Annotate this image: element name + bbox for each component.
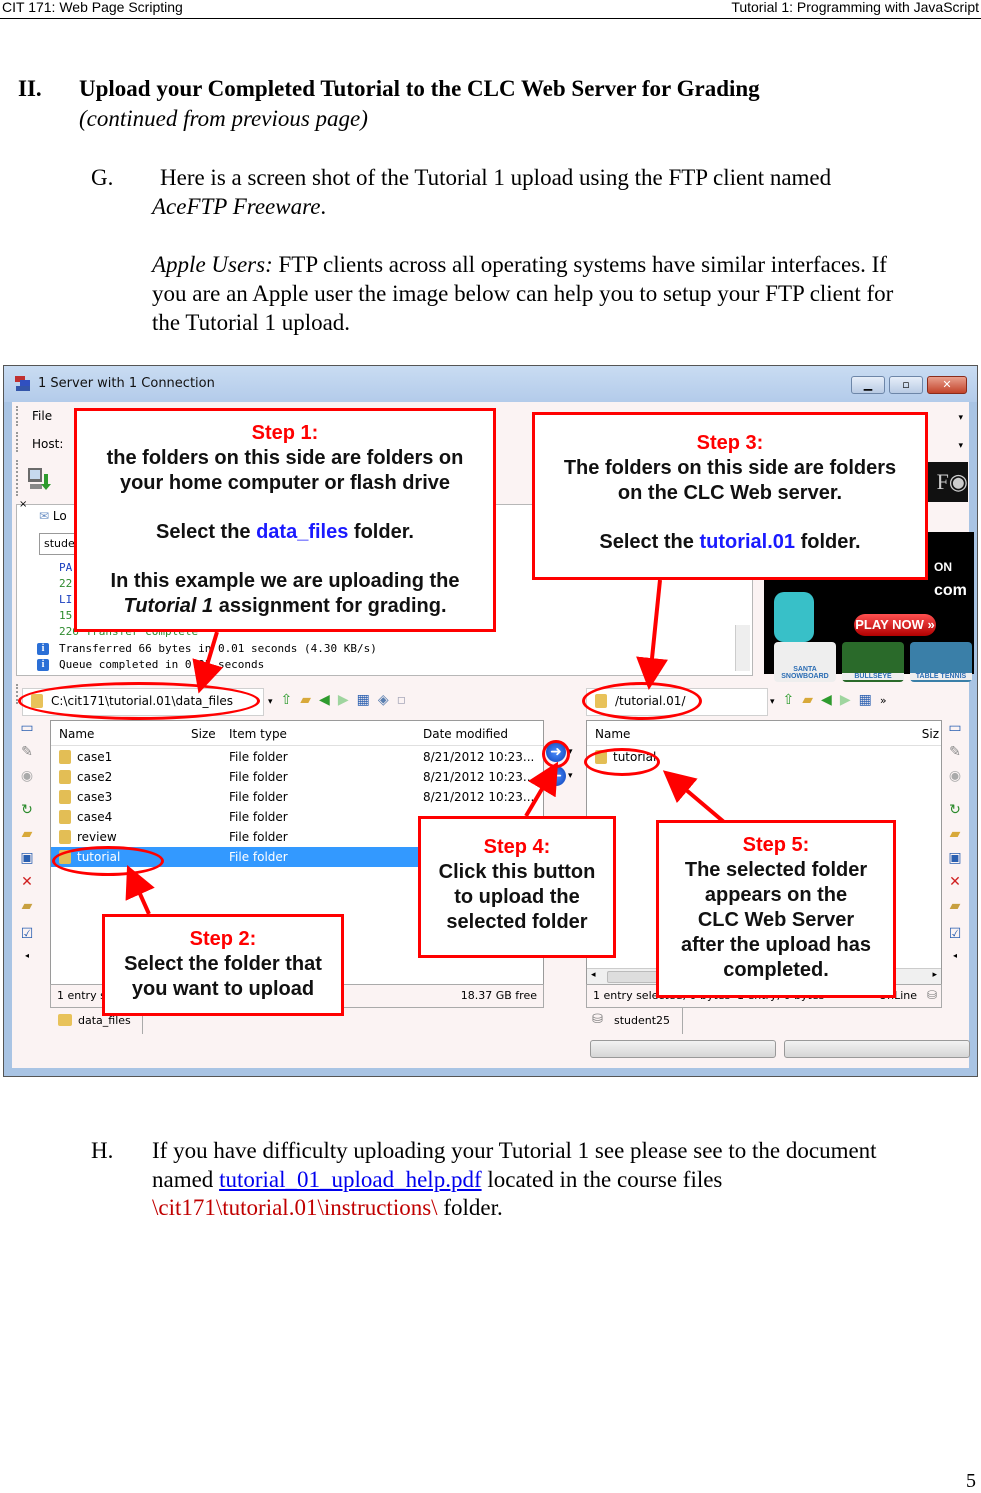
page-number: 5: [966, 1470, 976, 1492]
step1-callout: Step 1: the folders on this side are fol…: [74, 408, 496, 632]
item-h-line3: \cit171\tutorial.01\instructions\ folder…: [152, 1193, 503, 1222]
step1-line2: your home computer or flash drive: [119, 472, 451, 494]
apple-users-text: FTP clients across all operating systems…: [272, 252, 887, 277]
step3-text: folder.: [795, 531, 861, 553]
step5-title: Step 5:: [742, 834, 810, 856]
step3-title: Step 3:: [696, 432, 764, 454]
step2-callout: Step 2: Select the folder that you want …: [102, 914, 344, 1016]
item-h-line1: If you have difficulty uploading your Tu…: [152, 1138, 877, 1163]
step1-title: Step 1:: [251, 422, 319, 444]
page-header: CIT 171: Web Page Scripting Tutorial 1: …: [0, 0, 981, 19]
item-h-line2: named tutorial_01_upload_help.pdf locate…: [152, 1165, 722, 1194]
step3-folder-name: tutorial.01: [699, 531, 796, 553]
step1-line5: Tutorial 1 assignment for grading.: [77, 594, 493, 619]
tutorial-title: Tutorial 1: Programming with JavaScript: [731, 0, 979, 15]
item-h-text: named: [152, 1167, 220, 1192]
step1-arrow: [192, 631, 224, 694]
step3-line3: Select the tutorial.01 folder.: [535, 530, 925, 555]
apple-users-line1: Apple Users: FTP clients across all oper…: [152, 250, 887, 279]
apple-users-label: Apple Users:: [152, 252, 273, 277]
step4-title: Step 4:: [483, 836, 551, 858]
step1-assignment: Tutorial 1: [123, 595, 214, 617]
step3-arrow: [636, 579, 668, 690]
step1-text: assignment for grading.: [213, 595, 447, 617]
section-subtitle: (continued from previous page): [79, 106, 368, 131]
step2-line1: Select the folder that: [124, 953, 322, 975]
step2-title: Step 2:: [189, 928, 257, 950]
item-g-letter: G.: [91, 165, 114, 190]
step1-text: folder.: [348, 521, 414, 543]
course-title: CIT 171: Web Page Scripting: [2, 0, 183, 15]
step5-line1: The selected folder: [684, 859, 868, 881]
step5-line5: completed.: [723, 959, 829, 981]
upload-help-link[interactable]: tutorial_01_upload_help.pdf: [219, 1167, 482, 1192]
step4-callout: Step 4: Click this button to upload the …: [418, 816, 616, 958]
step2-line2: you want to upload: [131, 978, 315, 1000]
step4-line2: to upload the: [454, 886, 580, 908]
step1-line4: In this example we are uploading the: [110, 570, 460, 592]
step1-line3: Select the data_files folder.: [77, 520, 493, 545]
apple-users-line3: the Tutorial 1 upload.: [152, 310, 351, 335]
step2-arrow: [125, 865, 155, 915]
step5-line3: CLC Web Server: [697, 909, 855, 931]
item-g-text: Here is a screen shot of the Tutorial 1 …: [160, 165, 832, 190]
step1-line1: the folders on this side are folders on: [106, 447, 464, 469]
step5-arrow: [662, 770, 726, 824]
step5-line2: appears on the: [704, 884, 848, 906]
item-h-text: located in the course files: [481, 1167, 723, 1192]
step5-line4: after the upload has: [680, 934, 872, 956]
step5-callout: Step 5: The selected folder appears on t…: [656, 820, 896, 998]
step1-text: Select the: [156, 521, 257, 543]
item-h-letter: H.: [91, 1138, 114, 1163]
ftp-client-screenshot: 1 Server with 1 Connection ▁ ▫ ✕ File Ho…: [3, 365, 978, 1077]
step3-text: Select the: [599, 531, 700, 553]
period: .: [320, 194, 327, 219]
section-title: Upload your Completed Tutorial to the CL…: [79, 76, 760, 101]
item-g-client-line: AceFTP Freeware.: [152, 192, 326, 221]
apple-users-line2: you are an Apple user the image below ca…: [152, 281, 894, 306]
step4-line3: selected folder: [446, 911, 588, 933]
step3-callout: Step 3: The folders on this side are fol…: [532, 412, 928, 580]
step4-line1: Click this button: [438, 861, 596, 883]
instructions-path: \cit171\tutorial.01\instructions\: [152, 1195, 438, 1220]
step3-line2: on the CLC Web server.: [617, 482, 843, 504]
step1-folder-name: data_files: [256, 521, 349, 543]
section-number: II.: [18, 76, 42, 101]
step4-arrow: [524, 761, 559, 818]
ftp-client-name: AceFTP Freeware: [152, 194, 321, 219]
step3-line1: The folders on this side are folders: [563, 457, 897, 479]
item-h-text: folder.: [437, 1195, 503, 1220]
